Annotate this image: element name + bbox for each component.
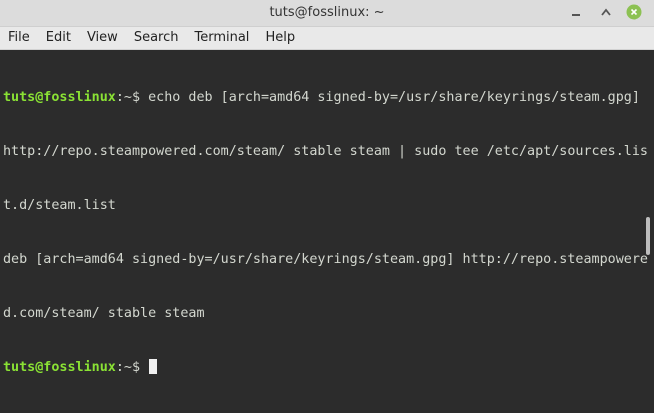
prompt-path: :~$ (115, 360, 149, 375)
scrollbar[interactable] (646, 217, 650, 255)
minimize-icon[interactable] (568, 4, 584, 20)
terminal-window: tuts@fosslinux: ~ File Edit View Search … (0, 0, 654, 375)
menu-view[interactable]: View (79, 27, 126, 49)
title-bar[interactable]: tuts@fosslinux: ~ (0, 0, 654, 27)
maximize-icon[interactable] (598, 4, 614, 20)
window-title: tuts@fosslinux: ~ (269, 5, 385, 20)
menu-bar: File Edit View Search Terminal Help (0, 27, 654, 50)
cursor (149, 359, 158, 374)
command-line-3: t.d/steam.list (3, 198, 116, 213)
menu-help[interactable]: Help (257, 27, 303, 49)
command-line-2: http://repo.steampowered.com/steam/ stab… (3, 144, 648, 159)
output-line-2: d.com/steam/ stable steam (3, 306, 205, 321)
output-line-1: deb [arch=amd64 signed-by=/usr/share/key… (3, 252, 648, 267)
prompt-line: tuts@fosslinux:~$ (3, 359, 639, 377)
prompt-path: :~$ (115, 90, 149, 105)
menu-search[interactable]: Search (126, 27, 187, 49)
menu-edit[interactable]: Edit (38, 27, 79, 49)
terminal-text: tuts@fosslinux:~$ echo deb [arch=amd64 s… (3, 53, 648, 413)
close-icon[interactable] (626, 4, 642, 20)
menu-terminal[interactable]: Terminal (186, 27, 257, 49)
command-line-1: tuts@fosslinux:~$ echo deb [arch=amd64 s… (3, 89, 640, 107)
terminal-area[interactable]: tuts@fosslinux:~$ echo deb [arch=amd64 s… (0, 50, 654, 375)
command-text-1: echo deb [arch=amd64 signed-by=/usr/shar… (148, 90, 640, 105)
prompt-user-host: tuts@fosslinux (3, 90, 116, 105)
menu-file[interactable]: File (0, 27, 38, 49)
prompt-user-host: tuts@fosslinux (3, 360, 116, 375)
